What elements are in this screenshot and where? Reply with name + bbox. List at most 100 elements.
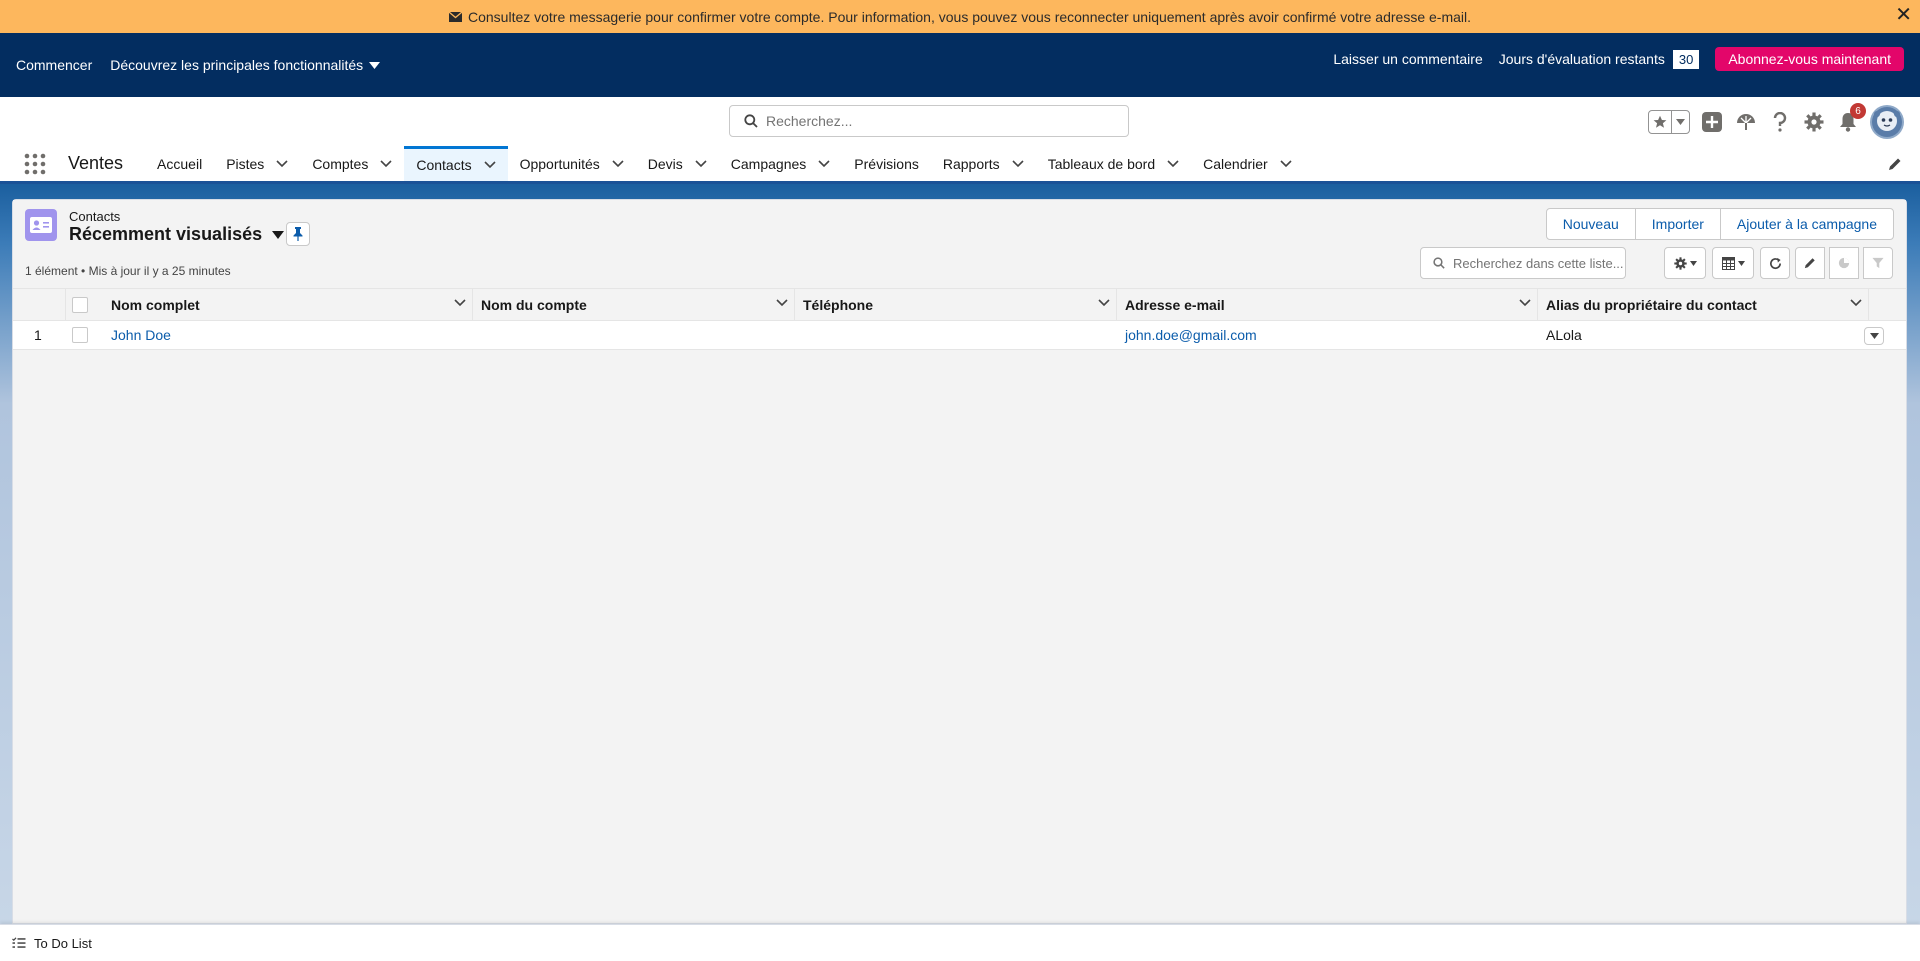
nav-item-comptes[interactable]: Comptes	[300, 146, 404, 181]
row-number: 1	[34, 327, 42, 343]
table-row: 1 John Doe john.doe@gmail.com ALola	[13, 321, 1906, 350]
row-checkbox[interactable]	[71, 327, 88, 343]
nav-item-label: Calendrier	[1203, 155, 1268, 172]
column-label: Téléphone	[803, 297, 874, 313]
nav-item-label: Prévisions	[854, 155, 919, 172]
list-view-panel: Contacts Récemment visualisés 1 élément …	[12, 199, 1907, 924]
table-header: Nom complet Nom du compte Téléphone Adre…	[13, 288, 1906, 321]
column-header-account[interactable]: Nom du compte	[473, 289, 795, 321]
nav-item-label: Comptes	[312, 155, 369, 172]
chevron-down-icon[interactable]	[1519, 299, 1531, 307]
column-header-name[interactable]: Nom complet	[103, 289, 473, 321]
app-launcher-icon[interactable]	[12, 146, 58, 181]
column-label: Adresse e-mail	[1125, 297, 1225, 313]
setup-gear-icon[interactable]	[1802, 110, 1826, 134]
select-all-cell	[66, 289, 93, 321]
chevron-down-icon[interactable]	[1012, 159, 1024, 168]
list-search-input[interactable]: Recherchez dans cette liste...	[1420, 247, 1626, 279]
edit-nav-pencil-icon[interactable]	[1888, 146, 1920, 181]
list-controls-gear-button[interactable]	[1664, 247, 1706, 279]
chevron-down-icon[interactable]	[454, 299, 466, 307]
contact-card-icon	[25, 209, 57, 241]
global-actions-add-icon[interactable]	[1700, 110, 1724, 134]
filter-icon	[1872, 257, 1884, 269]
refresh-button[interactable]	[1760, 247, 1790, 279]
chevron-down-icon[interactable]	[484, 161, 496, 169]
column-header-phone[interactable]: Téléphone	[795, 289, 1117, 321]
nav-item-opportunites[interactable]: Opportunités	[508, 146, 636, 181]
column-label: Nom complet	[111, 297, 200, 313]
discover-features-menu[interactable]: Découvrez les principales fonctionnalité…	[110, 57, 381, 73]
nav-item-rapports[interactable]: Rapports	[931, 146, 1036, 181]
new-button[interactable]: Nouveau	[1547, 209, 1635, 239]
help-icon[interactable]	[1768, 110, 1792, 134]
add-to-campaign-button[interactable]: Ajouter à la campagne	[1719, 209, 1893, 239]
leave-feedback-link[interactable]: Laisser un commentaire	[1333, 51, 1482, 67]
chevron-down-icon[interactable]	[1280, 159, 1292, 168]
list-view-name: Récemment visualisés	[69, 224, 263, 244]
caret-down-icon	[272, 230, 285, 239]
user-avatar[interactable]	[1870, 105, 1904, 139]
nav-item-devis[interactable]: Devis	[636, 146, 719, 181]
chevron-down-icon[interactable]	[1098, 299, 1110, 307]
row-number-header	[13, 289, 66, 321]
chevron-down-icon[interactable]	[1671, 111, 1689, 133]
search-icon	[1433, 257, 1445, 269]
list-search-placeholder: Recherchez dans cette liste...	[1453, 255, 1624, 271]
close-banner-icon[interactable]: ✕	[1895, 5, 1912, 25]
nav-item-label: Campagnes	[730, 155, 807, 172]
nav-item-accueil[interactable]: Accueil	[145, 146, 214, 181]
star-icon[interactable]	[1649, 111, 1671, 133]
filters-button[interactable]	[1863, 247, 1893, 279]
chevron-down-icon[interactable]	[1850, 299, 1862, 307]
todo-list-item[interactable]: To Do List	[12, 936, 92, 951]
chevron-down-icon[interactable]	[1167, 159, 1179, 168]
pin-list-view-button[interactable]	[286, 222, 310, 246]
column-header-owner-alias[interactable]: Alias du propriétaire du contact	[1538, 289, 1869, 321]
list-view-selector[interactable]: Récemment visualisés	[69, 224, 285, 245]
todo-list-label: To Do List	[34, 935, 92, 951]
display-as-table-button[interactable]	[1712, 247, 1754, 279]
select-all-checkbox[interactable]	[71, 297, 88, 313]
chevron-down-icon[interactable]	[380, 159, 392, 168]
notifications-bell-icon[interactable]: 6	[1836, 103, 1866, 134]
chevron-down-icon[interactable]	[818, 159, 830, 168]
pencil-icon	[1804, 258, 1815, 269]
list-meta-info: 1 élément • Mis à jour il y a 25 minutes	[25, 264, 231, 278]
nav-item-label: Rapports	[942, 155, 1000, 172]
chevron-down-icon[interactable]	[776, 299, 788, 307]
nav-item-campagnes[interactable]: Campagnes	[719, 146, 843, 181]
nav-item-label: Contacts	[416, 157, 472, 173]
trial-days-value: 30	[1672, 49, 1700, 69]
nav-item-label: Pistes	[226, 155, 265, 172]
account-name-cell	[473, 321, 481, 349]
column-header-email[interactable]: Adresse e-mail	[1117, 289, 1538, 321]
nav-item-tableaux-de-bord[interactable]: Tableaux de bord	[1036, 146, 1191, 181]
email-link[interactable]: john.doe@gmail.com	[1117, 321, 1257, 349]
getting-started-link[interactable]: Commencer	[16, 57, 92, 73]
inline-edit-button[interactable]	[1795, 247, 1825, 279]
chevron-down-icon[interactable]	[695, 159, 707, 168]
list-view-header: Contacts Récemment visualisés 1 élément …	[13, 200, 1906, 288]
subscribe-button[interactable]: Abonnez-vous maintenant	[1715, 47, 1904, 71]
nav-item-previsions[interactable]: Prévisions	[842, 146, 931, 181]
global-search-input[interactable]: Recherchez...	[729, 105, 1129, 137]
app-name: Ventes	[68, 153, 124, 173]
app-navigation-bar: Ventes Accueil Pistes Comptes Contacts O…	[0, 146, 1920, 184]
nav-item-calendrier[interactable]: Calendrier	[1191, 146, 1304, 181]
trailhead-icon[interactable]	[1734, 110, 1758, 134]
nav-item-pistes[interactable]: Pistes	[214, 146, 300, 181]
charts-button[interactable]	[1829, 247, 1859, 279]
pin-icon	[293, 227, 303, 241]
import-button[interactable]: Importer	[1634, 209, 1720, 239]
table-icon	[1721, 256, 1735, 270]
row-actions-menu-button[interactable]	[1864, 327, 1884, 345]
chevron-down-icon[interactable]	[612, 159, 624, 168]
nav-item-contacts[interactable]: Contacts	[404, 146, 508, 181]
global-header: Recherchez... 6	[0, 97, 1920, 146]
chevron-down-icon[interactable]	[276, 159, 288, 168]
global-search-placeholder: Recherchez...	[766, 113, 853, 129]
contact-name-link[interactable]: John Doe	[103, 321, 171, 349]
list-action-buttons: Nouveau Importer Ajouter à la campagne	[1545, 208, 1894, 240]
favorites-button-group[interactable]	[1648, 110, 1690, 134]
